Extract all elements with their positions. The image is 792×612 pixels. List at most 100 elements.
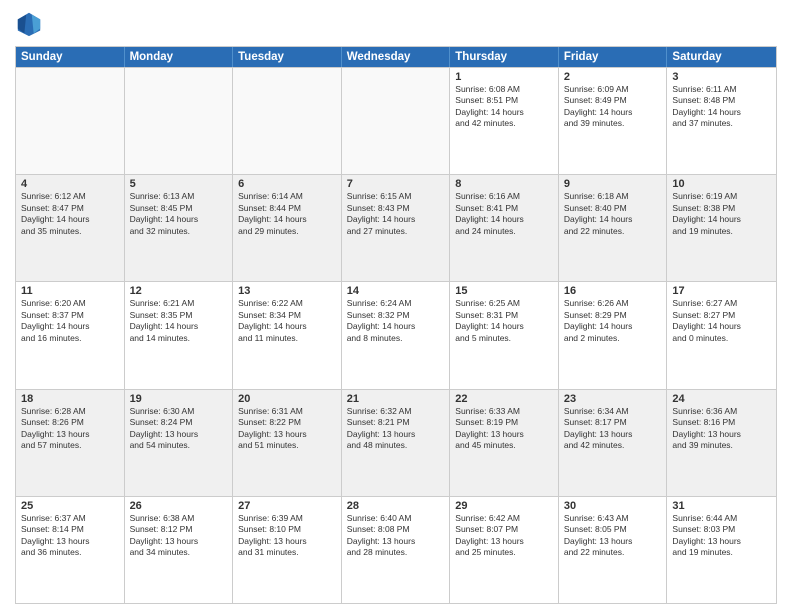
calendar-cell: 26Sunrise: 6:38 AM Sunset: 8:12 PM Dayli… — [125, 497, 234, 603]
calendar-row-3: 11Sunrise: 6:20 AM Sunset: 8:37 PM Dayli… — [16, 281, 776, 388]
calendar-cell: 21Sunrise: 6:32 AM Sunset: 8:21 PM Dayli… — [342, 390, 451, 496]
day-number: 22 — [455, 393, 553, 405]
day-number: 29 — [455, 500, 553, 512]
day-info: Sunrise: 6:27 AM Sunset: 8:27 PM Dayligh… — [672, 298, 771, 344]
day-info: Sunrise: 6:38 AM Sunset: 8:12 PM Dayligh… — [130, 513, 228, 559]
day-number: 11 — [21, 285, 119, 297]
calendar-cell: 9Sunrise: 6:18 AM Sunset: 8:40 PM Daylig… — [559, 175, 668, 281]
calendar-header: SundayMondayTuesdayWednesdayThursdayFrid… — [16, 47, 776, 67]
calendar-cell: 15Sunrise: 6:25 AM Sunset: 8:31 PM Dayli… — [450, 282, 559, 388]
calendar-cell: 10Sunrise: 6:19 AM Sunset: 8:38 PM Dayli… — [667, 175, 776, 281]
day-info: Sunrise: 6:08 AM Sunset: 8:51 PM Dayligh… — [455, 84, 553, 130]
day-info: Sunrise: 6:13 AM Sunset: 8:45 PM Dayligh… — [130, 191, 228, 237]
day-number: 18 — [21, 393, 119, 405]
day-info: Sunrise: 6:43 AM Sunset: 8:05 PM Dayligh… — [564, 513, 662, 559]
logo — [15, 10, 47, 38]
day-number: 17 — [672, 285, 771, 297]
calendar-cell: 12Sunrise: 6:21 AM Sunset: 8:35 PM Dayli… — [125, 282, 234, 388]
calendar-cell — [125, 68, 234, 174]
day-number: 5 — [130, 178, 228, 190]
day-number: 28 — [347, 500, 445, 512]
calendar-cell: 24Sunrise: 6:36 AM Sunset: 8:16 PM Dayli… — [667, 390, 776, 496]
calendar-cell: 20Sunrise: 6:31 AM Sunset: 8:22 PM Dayli… — [233, 390, 342, 496]
day-number: 24 — [672, 393, 771, 405]
header-cell-thursday: Thursday — [450, 47, 559, 67]
calendar-cell: 27Sunrise: 6:39 AM Sunset: 8:10 PM Dayli… — [233, 497, 342, 603]
day-number: 14 — [347, 285, 445, 297]
day-info: Sunrise: 6:39 AM Sunset: 8:10 PM Dayligh… — [238, 513, 336, 559]
day-number: 7 — [347, 178, 445, 190]
day-number: 27 — [238, 500, 336, 512]
calendar-cell: 18Sunrise: 6:28 AM Sunset: 8:26 PM Dayli… — [16, 390, 125, 496]
header-cell-tuesday: Tuesday — [233, 47, 342, 67]
day-number: 21 — [347, 393, 445, 405]
calendar-body: 1Sunrise: 6:08 AM Sunset: 8:51 PM Daylig… — [16, 67, 776, 603]
header-cell-saturday: Saturday — [667, 47, 776, 67]
day-info: Sunrise: 6:24 AM Sunset: 8:32 PM Dayligh… — [347, 298, 445, 344]
day-number: 9 — [564, 178, 662, 190]
day-info: Sunrise: 6:36 AM Sunset: 8:16 PM Dayligh… — [672, 406, 771, 452]
day-info: Sunrise: 6:28 AM Sunset: 8:26 PM Dayligh… — [21, 406, 119, 452]
day-info: Sunrise: 6:30 AM Sunset: 8:24 PM Dayligh… — [130, 406, 228, 452]
day-number: 20 — [238, 393, 336, 405]
calendar: SundayMondayTuesdayWednesdayThursdayFrid… — [15, 46, 777, 604]
day-info: Sunrise: 6:31 AM Sunset: 8:22 PM Dayligh… — [238, 406, 336, 452]
calendar-cell: 14Sunrise: 6:24 AM Sunset: 8:32 PM Dayli… — [342, 282, 451, 388]
day-number: 19 — [130, 393, 228, 405]
day-info: Sunrise: 6:37 AM Sunset: 8:14 PM Dayligh… — [21, 513, 119, 559]
day-number: 13 — [238, 285, 336, 297]
day-number: 10 — [672, 178, 771, 190]
day-info: Sunrise: 6:14 AM Sunset: 8:44 PM Dayligh… — [238, 191, 336, 237]
header — [15, 10, 777, 38]
header-cell-friday: Friday — [559, 47, 668, 67]
page: SundayMondayTuesdayWednesdayThursdayFrid… — [0, 0, 792, 612]
day-info: Sunrise: 6:32 AM Sunset: 8:21 PM Dayligh… — [347, 406, 445, 452]
day-number: 3 — [672, 71, 771, 83]
day-info: Sunrise: 6:33 AM Sunset: 8:19 PM Dayligh… — [455, 406, 553, 452]
day-number: 15 — [455, 285, 553, 297]
header-cell-wednesday: Wednesday — [342, 47, 451, 67]
calendar-cell: 19Sunrise: 6:30 AM Sunset: 8:24 PM Dayli… — [125, 390, 234, 496]
calendar-row-2: 4Sunrise: 6:12 AM Sunset: 8:47 PM Daylig… — [16, 174, 776, 281]
calendar-cell: 1Sunrise: 6:08 AM Sunset: 8:51 PM Daylig… — [450, 68, 559, 174]
day-number: 12 — [130, 285, 228, 297]
day-info: Sunrise: 6:40 AM Sunset: 8:08 PM Dayligh… — [347, 513, 445, 559]
day-info: Sunrise: 6:26 AM Sunset: 8:29 PM Dayligh… — [564, 298, 662, 344]
calendar-row-4: 18Sunrise: 6:28 AM Sunset: 8:26 PM Dayli… — [16, 389, 776, 496]
calendar-cell: 23Sunrise: 6:34 AM Sunset: 8:17 PM Dayli… — [559, 390, 668, 496]
day-info: Sunrise: 6:11 AM Sunset: 8:48 PM Dayligh… — [672, 84, 771, 130]
header-cell-monday: Monday — [125, 47, 234, 67]
day-number: 4 — [21, 178, 119, 190]
day-number: 8 — [455, 178, 553, 190]
calendar-cell: 11Sunrise: 6:20 AM Sunset: 8:37 PM Dayli… — [16, 282, 125, 388]
day-info: Sunrise: 6:18 AM Sunset: 8:40 PM Dayligh… — [564, 191, 662, 237]
calendar-cell: 13Sunrise: 6:22 AM Sunset: 8:34 PM Dayli… — [233, 282, 342, 388]
calendar-cell: 30Sunrise: 6:43 AM Sunset: 8:05 PM Dayli… — [559, 497, 668, 603]
calendar-cell — [233, 68, 342, 174]
day-info: Sunrise: 6:42 AM Sunset: 8:07 PM Dayligh… — [455, 513, 553, 559]
calendar-cell — [342, 68, 451, 174]
day-info: Sunrise: 6:19 AM Sunset: 8:38 PM Dayligh… — [672, 191, 771, 237]
calendar-cell: 7Sunrise: 6:15 AM Sunset: 8:43 PM Daylig… — [342, 175, 451, 281]
logo-icon — [15, 10, 43, 38]
calendar-cell: 8Sunrise: 6:16 AM Sunset: 8:41 PM Daylig… — [450, 175, 559, 281]
calendar-cell: 6Sunrise: 6:14 AM Sunset: 8:44 PM Daylig… — [233, 175, 342, 281]
day-number: 2 — [564, 71, 662, 83]
calendar-cell: 31Sunrise: 6:44 AM Sunset: 8:03 PM Dayli… — [667, 497, 776, 603]
day-number: 30 — [564, 500, 662, 512]
calendar-cell: 22Sunrise: 6:33 AM Sunset: 8:19 PM Dayli… — [450, 390, 559, 496]
day-info: Sunrise: 6:12 AM Sunset: 8:47 PM Dayligh… — [21, 191, 119, 237]
calendar-cell: 28Sunrise: 6:40 AM Sunset: 8:08 PM Dayli… — [342, 497, 451, 603]
calendar-cell: 4Sunrise: 6:12 AM Sunset: 8:47 PM Daylig… — [16, 175, 125, 281]
day-info: Sunrise: 6:09 AM Sunset: 8:49 PM Dayligh… — [564, 84, 662, 130]
calendar-cell: 25Sunrise: 6:37 AM Sunset: 8:14 PM Dayli… — [16, 497, 125, 603]
calendar-cell: 17Sunrise: 6:27 AM Sunset: 8:27 PM Dayli… — [667, 282, 776, 388]
day-info: Sunrise: 6:44 AM Sunset: 8:03 PM Dayligh… — [672, 513, 771, 559]
day-info: Sunrise: 6:15 AM Sunset: 8:43 PM Dayligh… — [347, 191, 445, 237]
day-info: Sunrise: 6:16 AM Sunset: 8:41 PM Dayligh… — [455, 191, 553, 237]
day-number: 26 — [130, 500, 228, 512]
calendar-cell: 5Sunrise: 6:13 AM Sunset: 8:45 PM Daylig… — [125, 175, 234, 281]
day-number: 25 — [21, 500, 119, 512]
calendar-row-5: 25Sunrise: 6:37 AM Sunset: 8:14 PM Dayli… — [16, 496, 776, 603]
day-number: 1 — [455, 71, 553, 83]
